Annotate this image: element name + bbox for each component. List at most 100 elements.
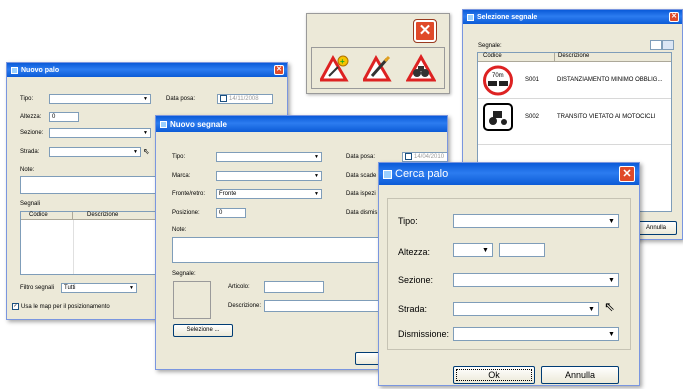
add-sign-icon[interactable]: + xyxy=(320,54,350,82)
marca-label: Marca: xyxy=(172,173,191,179)
descrizione-label: Descrizione: xyxy=(228,303,262,309)
data-posa-value: 14/11/2008 xyxy=(229,96,259,103)
sezione-label: Sezione: xyxy=(398,275,434,285)
col-codice[interactable]: Codice xyxy=(478,53,555,61)
altezza-input[interactable] xyxy=(499,243,545,257)
note-label: Note: xyxy=(172,227,187,233)
pointer-icon[interactable]: ⇖ xyxy=(143,147,150,156)
chevron-down-icon: ▼ xyxy=(133,149,138,155)
data-ispez-label: Data ispezi xyxy=(346,191,376,197)
data-posa-value: 14/04/2010 xyxy=(414,154,445,161)
pointer-icon[interactable]: ⇖ xyxy=(604,299,615,315)
usa-map-checkbox[interactable]: ✓ Usa le map per il posizionamento xyxy=(12,303,110,310)
tipo-select[interactable]: ▼ xyxy=(216,152,322,162)
fronte-select[interactable]: Fronte ▼ xyxy=(216,189,322,199)
chevron-down-icon: ▼ xyxy=(314,173,319,179)
data-scade-label: Data scade xyxy=(346,173,377,179)
chevron-down-icon: ▼ xyxy=(482,247,489,254)
distance-sign-icon: 70m xyxy=(483,65,513,96)
data-posa-label: Data posa: xyxy=(346,154,376,160)
chevron-down-icon: ▼ xyxy=(129,285,134,291)
close-button[interactable]: ✕ xyxy=(619,166,635,182)
close-button[interactable]: ✕ xyxy=(669,12,679,22)
data-posa-input[interactable]: 14/11/2008 xyxy=(217,94,273,104)
list-item[interactable]: 70m S001 DISTANZIAMENTO MINIMO OBBLIG... xyxy=(478,63,671,99)
selezione-segnale-title: Selezione segnale xyxy=(477,13,538,21)
note-label: Note: xyxy=(20,167,35,173)
filtro-select[interactable]: Tutti ▼ xyxy=(61,283,137,293)
articolo-label: Articolo: xyxy=(228,284,250,290)
window-icon xyxy=(467,13,474,21)
col-descrizione[interactable]: Descrizione xyxy=(73,212,118,219)
sezione-select[interactable]: ▼ xyxy=(49,128,151,138)
nuovo-palo-title: Nuovo palo xyxy=(21,66,60,74)
window-icon xyxy=(160,120,167,128)
checkbox[interactable] xyxy=(405,153,412,160)
note-textarea[interactable] xyxy=(172,237,382,263)
articolo-input[interactable] xyxy=(264,281,324,293)
tipo-label: Tipo: xyxy=(172,154,186,160)
toolbar-icon-row: + xyxy=(311,47,445,89)
posizione-input[interactable]: 0 xyxy=(216,208,246,218)
data-dismis-label: Data dismis xyxy=(346,210,378,216)
tipo-select[interactable]: ▼ xyxy=(453,214,619,228)
tipo-label: Tipo: xyxy=(398,216,418,226)
nuovo-palo-titlebar[interactable]: Nuovo palo xyxy=(7,63,287,77)
chevron-down-icon: ▼ xyxy=(314,154,319,160)
chevron-down-icon: ▼ xyxy=(608,218,615,225)
chevron-down-icon: ▼ xyxy=(314,191,319,197)
altezza-operator-select[interactable]: ▼ xyxy=(453,243,493,257)
col-codice[interactable]: Codice xyxy=(21,212,73,219)
checkbox-icon[interactable]: ✓ xyxy=(12,303,19,310)
fronte-value: Fronte xyxy=(219,191,237,197)
sezione-label: Sezione: xyxy=(20,130,44,136)
find-sign-icon[interactable] xyxy=(406,54,436,82)
data-posa-label: Data posa: xyxy=(166,96,196,102)
toolbar-close-button[interactable]: ✕ xyxy=(413,19,437,43)
strada-select[interactable]: ▼ xyxy=(453,302,599,316)
data-posa-input[interactable]: 14/04/2010 xyxy=(402,152,447,162)
chevron-down-icon: ▼ xyxy=(143,96,148,102)
dismissione-select[interactable]: ▼ xyxy=(453,327,619,341)
col-descrizione[interactable]: Descrizione xyxy=(555,53,589,61)
filtro-value: Tutti xyxy=(64,285,76,291)
segnali-label: Segnali xyxy=(20,201,41,207)
descrizione-input[interactable] xyxy=(264,300,384,312)
sezione-select[interactable]: ▼ xyxy=(453,273,619,287)
segnale-label: Segnale: xyxy=(172,271,196,277)
view-toggle-icon-2[interactable] xyxy=(662,40,674,50)
view-toggle-icon[interactable] xyxy=(650,40,662,50)
marca-select[interactable]: ▼ xyxy=(216,171,322,181)
list-item[interactable]: S002 TRANSITO VIETATO AI MOTOCICLI xyxy=(478,100,671,145)
annulla-button[interactable]: Annulla xyxy=(635,221,677,235)
strada-select[interactable]: ▼ xyxy=(49,147,141,157)
svg-text:+: + xyxy=(340,57,345,66)
sign-text: 70m xyxy=(492,73,504,79)
tipo-select[interactable]: ▼ xyxy=(49,94,151,104)
checkbox[interactable] xyxy=(220,95,227,102)
segnale-label: Segnale: xyxy=(478,43,502,49)
column-divider xyxy=(73,220,74,274)
window-icon xyxy=(11,66,18,74)
fronte-label: Fronte/retro: xyxy=(172,191,206,197)
chevron-down-icon: ▼ xyxy=(143,130,148,136)
close-button[interactable]: ✕ xyxy=(274,65,284,75)
toolbar-panel: ✕ + xyxy=(306,13,450,94)
selezione-segnale-titlebar[interactable]: Selezione segnale xyxy=(463,10,682,24)
filtro-label: Filtro segnali xyxy=(20,285,55,291)
selezione-button[interactable]: Selezione ... xyxy=(173,324,233,337)
sign-preview xyxy=(173,281,211,319)
edit-sign-icon[interactable] xyxy=(363,54,393,82)
row-descrizione: TRANSITO VIETATO AI MOTOCICLI xyxy=(557,114,656,120)
posizione-label: Posizione: xyxy=(172,210,200,216)
altezza-input[interactable]: 0 xyxy=(49,112,79,122)
nuovo-segnale-titlebar[interactable]: Nuovo segnale xyxy=(156,116,447,132)
strada-label: Strada: xyxy=(20,149,40,155)
cerca-palo-window: Cerca palo ✕ Tipo: ▼ Altezza: ▼ Sezione:… xyxy=(378,162,640,386)
annulla-button[interactable]: Annulla xyxy=(541,366,619,384)
cerca-palo-titlebar[interactable]: Cerca palo xyxy=(379,163,639,185)
chevron-down-icon: ▼ xyxy=(588,306,595,313)
cerca-palo-title: Cerca palo xyxy=(395,168,449,180)
nuovo-segnale-title: Nuovo segnale xyxy=(170,119,227,129)
ok-button[interactable]: Ok xyxy=(453,366,535,384)
